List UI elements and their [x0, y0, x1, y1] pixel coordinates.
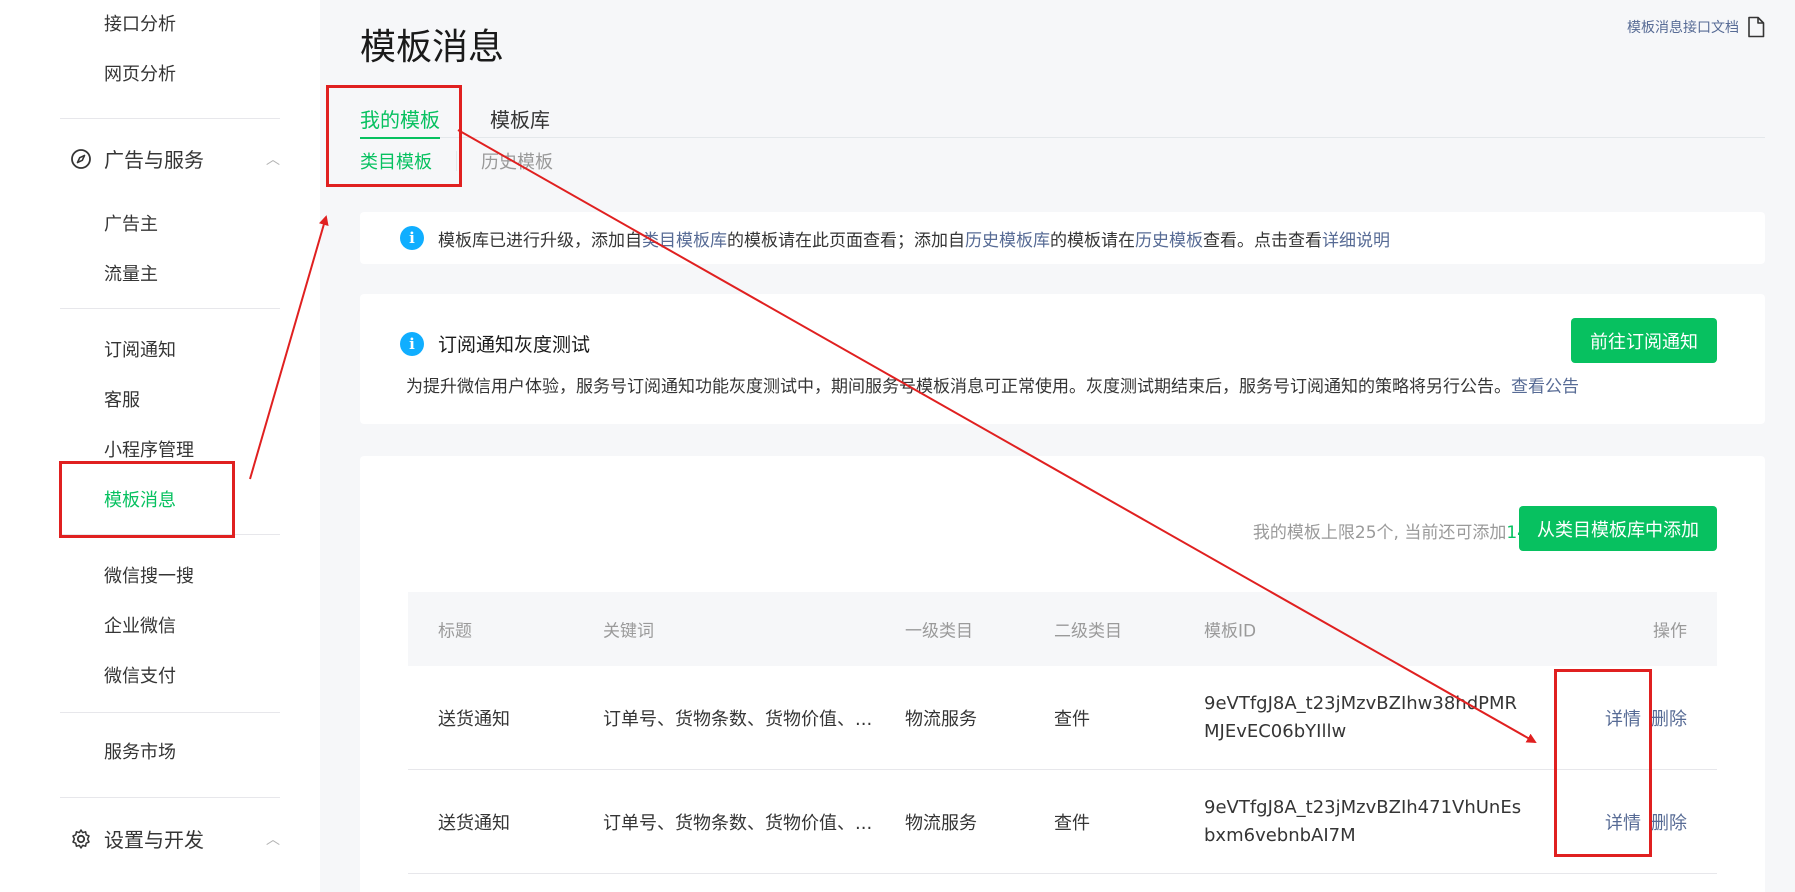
row-category-2: 查件	[1054, 812, 1090, 834]
tab-template-library[interactable]: 模板库	[490, 98, 550, 138]
annotation-box-sidebar	[59, 461, 235, 538]
column-header: 操作	[1653, 621, 1687, 642]
subscribe-description: 为提升微信用户体验，服务号订阅通知功能灰度测试中，期间服务号模板消息可正常使用。…	[406, 372, 1579, 397]
quota-prefix: 我的模板上限25个, 当前还可添加	[1252, 523, 1507, 543]
sidebar-divider	[60, 308, 280, 309]
compass-icon	[71, 148, 91, 169]
template-table: 标题 关键词 一级类目 二级类目 模板ID 操作 送货通知 订单号、货物条数、货…	[408, 592, 1717, 874]
notice-text-part: 查看。点击查看	[1203, 230, 1322, 251]
sidebar-item-customer-service[interactable]: 客服	[104, 386, 140, 412]
sidebar-group-ads-label: 广告与服务	[104, 148, 204, 172]
table-row: 送货通知 订单号、货物条数、货物价值、... 物流服务 查件 9eVTfgJ8A…	[408, 666, 1717, 770]
chevron-up-icon[interactable]: ︿	[266, 829, 280, 849]
view-announcement-link[interactable]: 查看公告	[1511, 377, 1579, 397]
go-subscribe-button[interactable]: 前往订阅通知	[1571, 318, 1717, 363]
delete-link[interactable]: 删除	[1651, 809, 1687, 835]
column-header: 二级类目	[1054, 621, 1122, 642]
sidebar-item-market[interactable]: 服务市场	[104, 738, 176, 764]
subscribe-description-text: 为提升微信用户体验，服务号订阅通知功能灰度测试中，期间服务号模板消息可正常使用。…	[406, 377, 1511, 397]
history-library-link[interactable]: 历史模板库	[965, 231, 1050, 251]
row-category-1: 物流服务	[905, 812, 977, 834]
table-header: 标题 关键词 一级类目 二级类目 模板ID 操作	[408, 592, 1717, 666]
notice-text-part: 的模板请在此页面查看；添加自	[727, 230, 965, 251]
sidebar-group-settings-label: 设置与开发	[104, 828, 204, 852]
row-template-id: 9eVTfgJ8A_t23jMzvBZIh471VhUnEsbxm6vebnbA…	[1204, 796, 1522, 846]
annotation-box-tabs	[326, 85, 462, 187]
sidebar-divider	[60, 797, 280, 798]
row-category-1: 物流服务	[905, 708, 977, 730]
notice-text: 模板库已进行升级，添加自类目模板库的模板请在此页面查看；添加自历史模板库的模板请…	[438, 226, 1390, 251]
sidebar-group-settings[interactable]: 设置与开发 ︿	[70, 824, 280, 853]
row-template-id: 9eVTfgJ8A_t23jMzvBZIhw38hdPMRMJEvEC06bYI…	[1204, 692, 1518, 742]
notice-text-part: 模板库已进行升级，添加自	[438, 230, 642, 251]
row-keywords: 订单号、货物条数、货物价值、...	[603, 812, 873, 834]
row-keywords: 订单号、货物条数、货物价值、...	[603, 708, 873, 730]
column-header: 标题	[438, 621, 472, 642]
sidebar-item-advertiser[interactable]: 广告主	[104, 210, 158, 236]
sidebar-item-subscribe[interactable]: 订阅通知	[104, 336, 176, 362]
sidebar-divider	[60, 118, 280, 119]
quota-text: 我的模板上限25个, 当前还可添加14个	[1253, 518, 1545, 543]
subscribe-title-row: i 订阅通知灰度测试	[400, 330, 590, 357]
tab-bar: 我的模板 模板库	[360, 98, 1765, 139]
sidebar-item-wechat-pay[interactable]: 微信支付	[104, 662, 176, 688]
column-header: 关键词	[603, 621, 654, 642]
page-title: 模板消息	[360, 27, 505, 68]
info-icon: i	[400, 331, 424, 356]
sidebar-item-miniprogram[interactable]: 小程序管理	[104, 436, 194, 462]
notice-text-part: 的模板请在	[1050, 230, 1135, 251]
chevron-up-icon[interactable]: ︿	[266, 149, 280, 169]
subtab-history-templates[interactable]: 历史模板	[481, 148, 553, 174]
sidebar-divider	[60, 712, 280, 713]
document-icon	[1748, 16, 1765, 38]
row-title: 送货通知	[438, 812, 510, 834]
add-from-library-button[interactable]: 从类目模板库中添加	[1519, 506, 1717, 551]
sidebar-item-wechat-search[interactable]: 微信搜一搜	[104, 562, 194, 588]
upgrade-notice: i 模板库已进行升级，添加自类目模板库的模板请在此页面查看；添加自历史模板库的模…	[360, 212, 1765, 264]
row-title: 送货通知	[438, 708, 510, 730]
subscribe-title: 订阅通知灰度测试	[438, 334, 591, 356]
info-icon: i	[400, 226, 424, 250]
annotation-box-actions	[1554, 669, 1652, 857]
delete-link[interactable]: 删除	[1651, 705, 1687, 731]
doc-link-label: 模板消息接口文档	[1627, 20, 1739, 36]
row-category-2: 查件	[1054, 708, 1090, 730]
column-header: 模板ID	[1204, 621, 1257, 642]
sidebar-item-web-analysis[interactable]: 网页分析	[104, 60, 176, 86]
sidebar: 接口分析 网页分析 广告与服务 ︿ 广告主 流量主 订阅通知 客服 小程序管理 …	[0, 0, 320, 892]
sidebar-item-publisher[interactable]: 流量主	[104, 260, 158, 286]
sidebar-item-wecom[interactable]: 企业微信	[104, 612, 176, 638]
sidebar-item-api-analysis[interactable]: 接口分析	[104, 10, 176, 36]
gear-icon	[72, 828, 90, 849]
subscribe-notice-card: i 订阅通知灰度测试 为提升微信用户体验，服务号订阅通知功能灰度测试中，期间服务…	[360, 294, 1765, 424]
sidebar-group-ads[interactable]: 广告与服务 ︿	[70, 144, 280, 173]
history-templates-link[interactable]: 历史模板	[1135, 231, 1203, 251]
details-link[interactable]: 详细说明	[1322, 231, 1390, 251]
category-library-link[interactable]: 类目模板库	[642, 231, 727, 251]
doc-link[interactable]: 模板消息接口文档	[1627, 16, 1765, 38]
column-header: 一级类目	[905, 621, 973, 642]
table-row: 送货通知 订单号、货物条数、货物价值、... 物流服务 查件 9eVTfgJ8A…	[408, 770, 1717, 874]
